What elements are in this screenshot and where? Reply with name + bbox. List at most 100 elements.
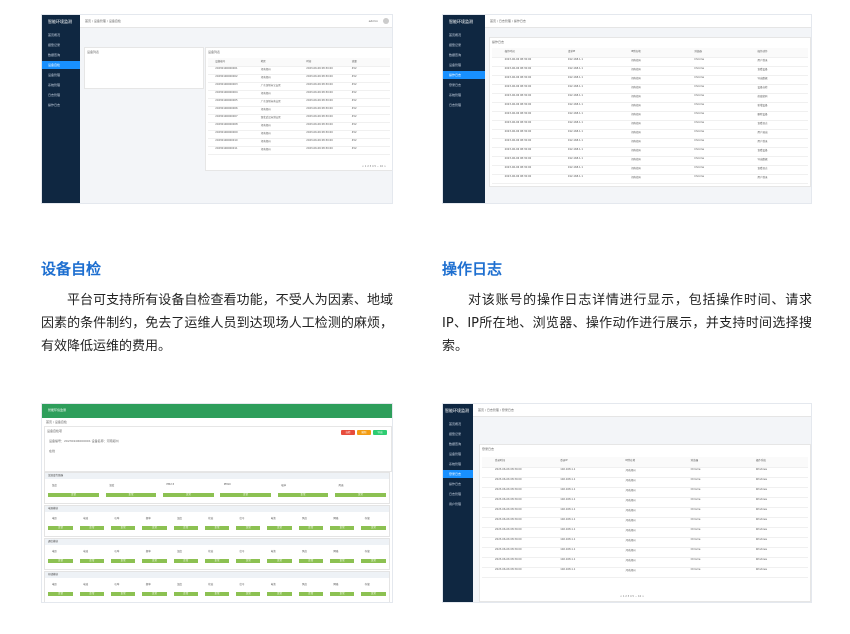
check-item-status[interactable]: 正常 <box>48 526 73 530</box>
check-item-status[interactable]: 正常 <box>277 493 329 497</box>
check-item-status[interactable]: 正常 <box>163 493 214 497</box>
check-item-status[interactable]: 正常 <box>236 592 261 596</box>
table-cell: 192.168.1.1 <box>560 478 576 481</box>
table-cell: 河南郑州 <box>625 519 636 522</box>
sidebar-item[interactable]: 登录日志 <box>443 470 473 478</box>
user-name[interactable]: admin <box>369 15 378 27</box>
sidebar-item[interactable]: 登录日志 <box>443 81 485 89</box>
check-item-status[interactable]: 正常 <box>267 526 292 530</box>
table-cell: 2023-06-06 08:30:00 <box>504 121 532 124</box>
check-item-status[interactable]: 正常 <box>329 592 355 596</box>
sidebar-item[interactable]: 日志管理 <box>42 91 80 99</box>
table-row: 2023-06-06 08:30:00 192.168.1.1 河南郑州 Chrome… <box>482 567 808 578</box>
top-bar: 首页 / 日志管理 / 登录日志 <box>473 404 811 417</box>
check-item-status[interactable]: 正常 <box>173 559 198 563</box>
table-cell: Chrome <box>690 508 701 511</box>
sidebar-item[interactable]: 操作日志 <box>443 480 473 488</box>
sidebar-item[interactable]: 设备管理 <box>443 450 473 458</box>
check-item-status[interactable]: 正常 <box>142 559 167 563</box>
check-item-status[interactable]: 正常 <box>236 559 261 563</box>
check-item-status[interactable]: 正常 <box>267 559 292 563</box>
sidebar-item[interactable]: 首页概况 <box>443 31 485 39</box>
check-item-status[interactable]: 正常 <box>79 592 105 596</box>
check-item-label: 电流 <box>83 550 89 553</box>
check-item-label: 风扇 <box>302 583 308 586</box>
table-cell: 2023-06-06 08:30:00 <box>495 518 522 521</box>
table-cell: 河南郑州 <box>631 59 642 62</box>
selfcheck-group: 存储模块 电压 正常 电流 正常 功率 正常 频率 正常 温度 正常 状态 正常 信号 正常 电池 正常 风扇 正常… <box>44 571 390 602</box>
sidebar-item[interactable]: 操作日志 <box>42 101 80 109</box>
sidebar-item[interactable]: 系统管理 <box>42 81 80 89</box>
sidebar-item[interactable]: 首页概况 <box>42 31 80 39</box>
table-cell: 广东深圳市南山区 <box>260 100 281 103</box>
check-item-status[interactable]: 正常 <box>267 592 292 596</box>
check-item-status[interactable]: 正常 <box>142 592 167 596</box>
table-cell: 操作系统 <box>755 459 766 462</box>
check-item-status[interactable]: 正常 <box>48 592 73 596</box>
sidebar-item[interactable]: 操作日志 <box>443 71 485 79</box>
sidebar-item[interactable]: 日志管理 <box>443 101 485 109</box>
sidebar-item[interactable]: 报警记录 <box>42 41 80 49</box>
table-cell: 河南郑州 <box>260 76 271 79</box>
sidebar-item[interactable]: 设备自检 <box>42 61 80 69</box>
check-item-status[interactable]: 正常 <box>204 592 230 596</box>
check-item-status[interactable]: 正常 <box>79 526 105 530</box>
sidebar-item[interactable]: 系统管理 <box>443 460 473 468</box>
pagination[interactable]: < 1 2 3 4 5 ... 10 > <box>620 595 644 598</box>
table-title: 设备列表 <box>208 50 221 54</box>
sidebar-item[interactable]: 报警记录 <box>443 430 473 438</box>
check-item-label: 电压 <box>51 583 57 586</box>
check-item-status[interactable]: 正常 <box>173 526 198 530</box>
check-item-status[interactable]: 正常 <box>236 526 261 530</box>
check-item-status[interactable]: 正常 <box>204 526 230 530</box>
avatar-icon[interactable] <box>383 18 389 24</box>
check-item-status[interactable]: 正常 <box>48 559 73 563</box>
check-item-status[interactable]: 正常 <box>110 559 136 563</box>
check-item-status[interactable]: 正常 <box>105 493 157 497</box>
sidebar-item[interactable]: 数据查询 <box>443 51 485 59</box>
sidebar-item[interactable]: 设备管理 <box>443 61 485 69</box>
check-item-label: 风扇 <box>302 517 308 520</box>
check-item-status[interactable]: 正常 <box>204 559 230 563</box>
check-item-status[interactable]: 正常 <box>220 493 271 497</box>
table-cell: 192.168.1.1 <box>560 488 576 491</box>
table-cell: 192.168.1.1 <box>567 166 583 169</box>
table-cell: 2023-06-06 08:30:00 <box>306 75 333 78</box>
sidebar-item[interactable]: 用户管理 <box>443 500 473 508</box>
sidebar-item[interactable]: 设备管理 <box>42 71 80 79</box>
table-cell: Chrome <box>690 558 701 561</box>
action-button[interactable]: 自检 <box>341 430 355 435</box>
pagination[interactable]: < 1 2 3 4 5 ... 10 > <box>362 165 386 168</box>
sidebar-item[interactable]: 数据查询 <box>42 51 80 59</box>
check-item-status[interactable]: 正常 <box>48 493 99 497</box>
check-item-status[interactable]: 正常 <box>361 559 386 563</box>
check-item-status[interactable]: 正常 <box>142 526 167 530</box>
check-item-status[interactable]: 正常 <box>329 526 355 530</box>
check-item-status[interactable]: 正常 <box>335 493 386 497</box>
check-item-label: 信号 <box>239 583 245 586</box>
table-cell: 河南郑州 <box>260 140 271 143</box>
check-item-status[interactable]: 正常 <box>110 526 136 530</box>
check-item-label: 存储 <box>364 550 370 553</box>
check-item-status[interactable]: 正常 <box>298 526 323 530</box>
check-item-status[interactable]: 正常 <box>110 592 136 596</box>
action-button[interactable]: 刷新 <box>357 430 371 435</box>
table-row: 20230106000011 河南郑州 2023-06-06 08:30:00 452 <box>208 146 390 155</box>
check-item-status[interactable]: 正常 <box>298 592 323 596</box>
action-button[interactable]: 导出 <box>373 430 387 435</box>
check-item-status[interactable]: 正常 <box>361 526 386 530</box>
sidebar-item[interactable]: 首页概况 <box>443 420 473 428</box>
sidebar-item[interactable]: 报警记录 <box>443 41 485 49</box>
table-cell: 2023-06-06 08:30:00 <box>504 166 532 169</box>
table-cell: 192.168.1.1 <box>560 538 576 541</box>
table-cell: 2023-06-06 08:30:00 <box>504 175 532 178</box>
sidebar-item[interactable]: 系统管理 <box>443 91 485 99</box>
check-item-status[interactable]: 正常 <box>298 559 323 563</box>
sidebar-item[interactable]: 日志管理 <box>443 490 473 498</box>
check-item-status[interactable]: 正常 <box>361 592 386 596</box>
check-item-status[interactable]: 正常 <box>79 559 105 563</box>
check-item-label: 状态 <box>208 550 214 553</box>
check-item-status[interactable]: 正常 <box>173 592 198 596</box>
check-item-status[interactable]: 正常 <box>329 559 355 563</box>
sidebar-item[interactable]: 数据查询 <box>443 440 473 448</box>
